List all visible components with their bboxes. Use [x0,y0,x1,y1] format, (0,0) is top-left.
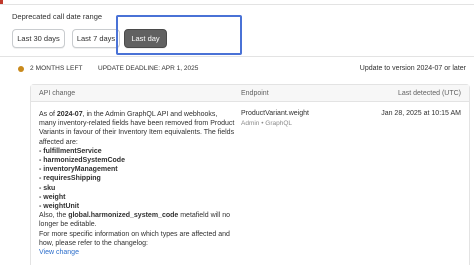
error-edge-indicator [0,0,3,4]
warning-dot-icon [18,66,24,72]
metafield-note: Also, the global.harmonized_system_code … [39,211,235,229]
section-divider [0,56,474,57]
last-7-days-button[interactable]: Last 7 days [72,29,120,48]
months-left-badge: 2 MONTHS LEFT [30,65,83,72]
header-last-detected: Last detected (UTC) [397,90,461,97]
selection-highlight-box [116,15,242,55]
last-30-days-button[interactable]: Last 30 days [12,29,65,48]
metafield-name: global.harmonized_system_code [68,212,179,220]
api-change-description: As of 2024-07, in the Admin GraphQL API … [39,110,235,257]
list-item: - requiresShipping [39,175,101,183]
list-item: - fulfillmentService [39,147,102,155]
api-version: 2024-07 [56,111,83,118]
list-item: - sku [39,184,56,192]
endpoint-name: ProductVariant.weight [241,110,309,117]
list-item: - weightUnit [39,203,80,211]
table-header: API change Endpoint Last detected (UTC) [31,85,469,102]
update-version-note: Update to version 2024-07 or later [359,65,466,72]
changelog-note: For more specific information on which t… [39,230,230,247]
last-detected-timestamp: Jan 28, 2025 at 10:15 AM [381,110,461,117]
deprecated-calls-table: API change Endpoint Last detected (UTC) … [30,84,470,265]
metafield-note-start: Also, the [39,212,69,220]
date-range-label: Deprecated call date range [12,12,103,21]
list-item: - inventoryManagement [39,166,118,174]
list-item: - harmonizedSystemCode [39,157,125,165]
header-endpoint: Endpoint [241,90,269,97]
intro-text-start: As of [39,111,57,118]
update-deadline: UPDATE DEADLINE: APR 1, 2025 [98,65,199,72]
endpoint-api-type: Admin • GraphQL [241,120,293,127]
top-divider [0,0,474,5]
affected-fields-list: - fulfillmentService - harmonizedSystemC… [39,147,235,211]
view-change-link[interactable]: View change [39,248,235,257]
deprecation-status-row: 2 MONTHS LEFT UPDATE DEADLINE: APR 1, 20… [18,64,470,76]
list-item: - weight [39,193,66,201]
header-api-change: API change [39,90,76,97]
